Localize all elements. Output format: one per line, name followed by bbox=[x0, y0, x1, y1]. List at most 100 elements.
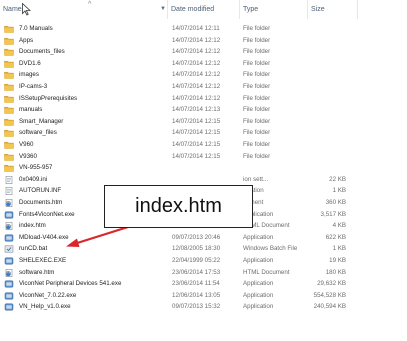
file-list-row[interactable]: Apps 14/07/2014 12:12 File folder bbox=[0, 36, 360, 46]
file-name: IP-cams-3 bbox=[19, 83, 48, 90]
file-size: 180 KB bbox=[325, 268, 346, 276]
file-name: software_files bbox=[19, 129, 57, 137]
file-date-modified: 23/06/2014 11:54 bbox=[172, 280, 220, 288]
callout-text: index.htm bbox=[135, 195, 222, 217]
file-date-modified: 12/06/2014 13:05 bbox=[172, 291, 221, 299]
mouse-pointer-icon bbox=[22, 3, 31, 16]
red-arrow-annotation bbox=[66, 225, 129, 247]
file-date-modified: 12/08/2005 18:30 bbox=[172, 245, 221, 253]
column-header-bar: Name ^ ▼ Date modified Type Size bbox=[0, 0, 407, 19]
file-date-modified: 14/07/2014 12:12 bbox=[172, 59, 221, 67]
file-date-modified: 09/07/2013 15:32 bbox=[172, 303, 221, 311]
file-name: ViconNet_7.0.22.exe bbox=[19, 291, 77, 299]
file-name: VN_Help_v1.0.exe bbox=[19, 303, 71, 311]
file-list-row[interactable]: 7.0 Manuals 14/07/2014 12:11 File folder bbox=[0, 24, 360, 34]
sort-ascending-icon: ^ bbox=[88, 1, 92, 8]
file-date-modified: 14/07/2014 12:13 bbox=[172, 106, 221, 114]
file-list-row[interactable]: V960 14/07/2014 12:15 File folder bbox=[0, 140, 360, 150]
file-type: File folder bbox=[243, 36, 271, 44]
file-list-row[interactable]: Smart_Manager 14/07/2014 12:15 File folder bbox=[0, 117, 360, 127]
file-type: File folder bbox=[243, 48, 271, 56]
file-type: Application bbox=[243, 291, 274, 299]
file-list-row[interactable]: runCD.bat 12/08/2005 18:30 Windows Batch F… bbox=[0, 244, 360, 254]
file-type: File folder bbox=[243, 141, 271, 148]
name-column-dropdown-icon[interactable]: ▼ bbox=[160, 0, 166, 19]
file-size: 4 KB bbox=[332, 222, 346, 230]
file-date-modified: 22/04/1999 05:22 bbox=[172, 257, 221, 264]
file-name: Smart_Manager bbox=[19, 117, 64, 125]
file-name: images bbox=[19, 71, 39, 79]
file-date-modified: 14/07/2014 12:12 bbox=[172, 94, 221, 102]
file-name: 7.0 Manuals bbox=[19, 25, 53, 32]
file-list-row[interactable]: 0x0409.ini ion sett... 22 KB bbox=[0, 175, 360, 185]
file-date-modified: 14/07/2014 12:11 bbox=[172, 25, 220, 32]
file-list-row[interactable]: MDload-V404.exe 09/07/2013 20:46 Applicati… bbox=[0, 233, 360, 243]
file-type: Application bbox=[243, 280, 274, 288]
file-name: Documents_files bbox=[19, 48, 65, 56]
file-date-modified: 09/07/2013 20:46 bbox=[172, 233, 221, 241]
file-type: HTML Document bbox=[243, 268, 290, 276]
file-size: 240,594 KB bbox=[313, 303, 346, 311]
file-list-row[interactable]: software.htm 23/06/2014 17:53 HTML Documen… bbox=[0, 268, 360, 278]
column-header-date-modified-label: Date modified bbox=[171, 6, 215, 13]
file-list-row[interactable]: Documents_files 14/07/2014 12:12 File fold… bbox=[0, 47, 360, 57]
file-size: 1 KB bbox=[332, 245, 346, 253]
file-date-modified: 14/07/2014 12:12 bbox=[172, 83, 221, 90]
file-list-row[interactable]: SHELEXEC.EXE 22/04/1999 05:22 Application 1… bbox=[0, 256, 360, 266]
file-name: index.htm bbox=[19, 222, 46, 230]
file-list-row[interactable]: ViconNet_7.0.22.exe 12/06/2014 13:05 Appli… bbox=[0, 291, 360, 301]
file-name: Apps bbox=[19, 36, 34, 44]
file-list-row[interactable]: images 14/07/2014 12:12 File folder bbox=[0, 70, 360, 80]
file-size: 622 KB bbox=[325, 233, 346, 241]
file-size: 1 KB bbox=[332, 187, 346, 195]
file-list-row[interactable]: IP-cams-3 14/07/2014 12:12 File folder bbox=[0, 82, 360, 92]
file-name: Fonts4ViconNet.exe bbox=[19, 210, 75, 218]
column-header-type[interactable]: Type bbox=[240, 0, 308, 19]
file-list-row[interactable]: manuals 14/07/2014 12:13 File folder bbox=[0, 105, 360, 115]
file-size: 22 KB bbox=[329, 175, 346, 183]
file-date-modified: 23/06/2014 17:53 bbox=[172, 268, 221, 276]
file-name: ISSetupPrerequisites bbox=[19, 94, 78, 102]
column-header-type-label: Type bbox=[243, 6, 259, 13]
file-list-row[interactable]: VN-955-957 bbox=[0, 163, 360, 173]
file-name: manuals bbox=[19, 106, 43, 114]
file-list-row[interactable]: ViconNet Peripheral Devices 541.exe 23/06… bbox=[0, 279, 360, 289]
file-name: ViconNet Peripheral Devices 541.exe bbox=[19, 280, 122, 288]
file-type: File folder bbox=[243, 25, 271, 32]
file-type: File folder bbox=[243, 152, 271, 160]
file-type: File folder bbox=[243, 83, 271, 90]
file-name: SHELEXEC.EXE bbox=[19, 257, 67, 264]
file-name: 0x0409.ini bbox=[19, 175, 48, 183]
file-name: AUTORUN.INF bbox=[19, 187, 62, 195]
file-list-row[interactable]: DVD1.6 14/07/2014 12:12 File folder bbox=[0, 59, 360, 69]
file-type: Application bbox=[243, 257, 274, 264]
file-type: File folder bbox=[243, 117, 271, 125]
file-type: File folder bbox=[243, 129, 271, 137]
file-date-modified: 14/07/2014 12:15 bbox=[172, 152, 221, 160]
file-list-row[interactable]: ISSetupPrerequisites 14/07/2014 12:12 File… bbox=[0, 94, 360, 104]
file-date-modified: 14/07/2014 12:15 bbox=[172, 117, 221, 125]
file-type: ion sett... bbox=[243, 175, 269, 183]
column-header-date-modified[interactable]: Date modified bbox=[168, 0, 240, 19]
file-type: File folder bbox=[243, 59, 271, 67]
file-name: V9360 bbox=[19, 152, 37, 160]
file-size: 360 KB bbox=[325, 199, 346, 206]
file-name: VN-955-957 bbox=[19, 164, 53, 172]
file-list-row[interactable]: VN_Help_v1.0.exe 09/07/2013 15:32 Applicat… bbox=[0, 302, 360, 312]
file-type: File folder bbox=[243, 94, 271, 102]
file-type: File folder bbox=[243, 106, 271, 114]
file-list-row[interactable]: software_files 14/07/2014 12:15 File folde… bbox=[0, 128, 360, 138]
file-date-modified: 14/07/2014 12:15 bbox=[172, 141, 221, 148]
file-size: 554,528 KB bbox=[313, 291, 346, 299]
file-type: File folder bbox=[243, 71, 271, 79]
file-name: Documents.htm bbox=[19, 199, 63, 206]
file-list-row[interactable]: V9360 14/07/2014 12:15 File folder bbox=[0, 152, 360, 162]
file-size: 19 KB bbox=[329, 257, 346, 264]
callout-label: index.htm bbox=[104, 185, 253, 228]
file-size: 29,632 KB bbox=[317, 280, 346, 288]
file-size: 3,517 KB bbox=[320, 210, 346, 218]
file-type: Windows Batch File bbox=[243, 245, 298, 253]
file-name: software.htm bbox=[19, 268, 55, 276]
column-header-size-label: Size bbox=[311, 6, 325, 13]
column-header-size[interactable]: Size bbox=[308, 0, 358, 19]
